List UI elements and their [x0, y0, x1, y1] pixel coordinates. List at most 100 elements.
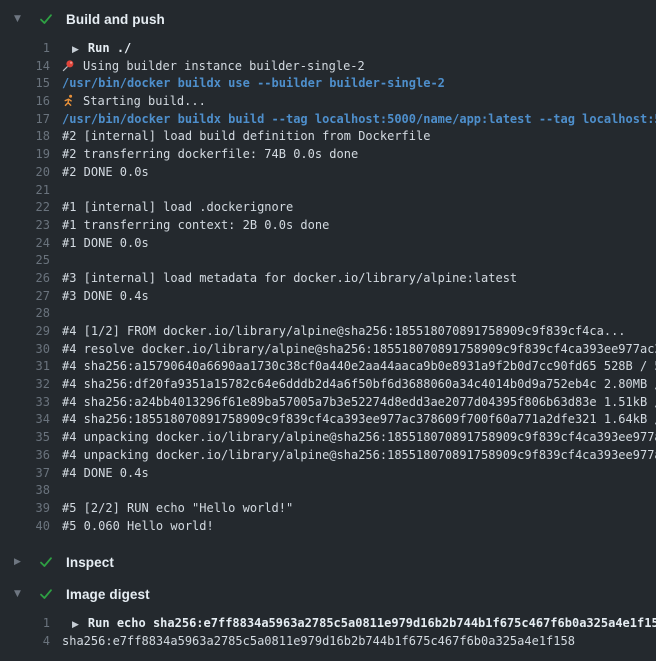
command-text: Run ./	[88, 41, 131, 55]
line-number[interactable]: 24	[0, 235, 50, 253]
log-text: Using builder instance builder-single-2	[62, 58, 656, 76]
line-number[interactable]: 27	[0, 288, 50, 306]
log-line: 18 #2 [internal] load build definition f…	[0, 128, 656, 146]
section-header-build-and-push[interactable]: ▼ Build and push	[0, 4, 656, 34]
log-text	[62, 182, 656, 200]
log-text: #2 [internal] load build definition from…	[62, 128, 656, 146]
log-line: 28	[0, 305, 656, 323]
log-section-image-digest: ▼ Image digest 1 ▶ Run echo sha256:e7ff88…	[0, 579, 656, 660]
line-number[interactable]: 21	[0, 182, 50, 200]
log-line: 31 #4 sha256:a15790640a6690aa1730c38cf0a…	[0, 358, 656, 376]
log-text: #3 DONE 0.4s	[62, 288, 656, 306]
log-line: 15 /usr/bin/docker buildx use --builder …	[0, 75, 656, 93]
section-body: 1 ▶ Run echo sha256:e7ff8834a5963a2785c5a…	[0, 609, 656, 660]
log-text: #2 DONE 0.0s	[62, 164, 656, 182]
expand-arrow-icon[interactable]: ▶	[72, 42, 79, 58]
line-number[interactable]: 14	[0, 58, 50, 76]
line-number[interactable]: 33	[0, 394, 50, 412]
line-number[interactable]: 25	[0, 252, 50, 270]
log-line: 19 #2 transferring dockerfile: 74B 0.0s …	[0, 146, 656, 164]
line-number[interactable]: 29	[0, 323, 50, 341]
log-line: 20 #2 DONE 0.0s	[0, 164, 656, 182]
line-number[interactable]: 39	[0, 500, 50, 518]
section-header-image-digest[interactable]: ▼ Image digest	[0, 579, 656, 609]
log-text: #5 0.060 Hello world!	[62, 518, 656, 536]
line-number[interactable]: 26	[0, 270, 50, 288]
line-number[interactable]: 4	[0, 633, 50, 651]
log-line: 37 #4 DONE 0.4s	[0, 465, 656, 483]
log-line: 38	[0, 482, 656, 500]
log-line: 24 #1 DONE 0.0s	[0, 235, 656, 253]
chevron-down-icon[interactable]: ▼	[14, 579, 38, 609]
log-line: 21	[0, 182, 656, 200]
line-number[interactable]: 37	[0, 465, 50, 483]
log-line: 1 ▶ Run echo sha256:e7ff8834a5963a2785c5a…	[0, 615, 656, 633]
expand-arrow-icon[interactable]: ▶	[72, 617, 79, 633]
log-line: 16 Starting build...	[0, 93, 656, 111]
log-line: 25	[0, 252, 656, 270]
check-icon	[38, 11, 54, 27]
line-number[interactable]: 40	[0, 518, 50, 536]
check-icon	[38, 586, 54, 602]
log-line: 4 sha256:e7ff8834a5963a2785c5a0811e979d1…	[0, 633, 656, 651]
log-line: 33 #4 sha256:a24bb4013296f61e89ba57005a7…	[0, 394, 656, 412]
log-line: 17 /usr/bin/docker buildx build --tag lo…	[0, 111, 656, 129]
section-title: Image digest	[66, 587, 150, 602]
log-text: #3 [internal] load metadata for docker.i…	[62, 270, 656, 288]
log-section-inspect: ▶ Inspect	[0, 547, 656, 577]
line-number[interactable]: 19	[0, 146, 50, 164]
line-number[interactable]: 38	[0, 482, 50, 500]
log-text: #1 [internal] load .dockerignore	[62, 199, 656, 217]
line-number[interactable]: 32	[0, 376, 50, 394]
log-line: 32 #4 sha256:df20fa9351a15782c64e6dddb2d…	[0, 376, 656, 394]
log-text: #2 transferring dockerfile: 74B 0.0s don…	[62, 146, 656, 164]
log-line: 14 Using builder instance builder-single…	[0, 58, 656, 76]
log-section-build-and-push: ▼ Build and push 1 ▶ Run ./ 14 Using buil…	[0, 4, 656, 545]
log-text: #4 [1/2] FROM docker.io/library/alpine@s…	[62, 323, 656, 341]
line-number[interactable]: 22	[0, 199, 50, 217]
log-text: #4 resolve docker.io/library/alpine@sha2…	[62, 341, 656, 359]
log-text: #4 sha256:df20fa9351a15782c64e6dddb2d4a6…	[62, 376, 656, 394]
runner-icon	[62, 94, 75, 107]
check-icon	[38, 554, 54, 570]
chevron-right-icon[interactable]: ▶	[14, 547, 38, 577]
log-line: 40 #5 0.060 Hello world!	[0, 518, 656, 536]
line-number[interactable]: 15	[0, 75, 50, 93]
pushpin-icon	[62, 59, 75, 72]
line-number[interactable]: 34	[0, 411, 50, 429]
line-number[interactable]: 31	[0, 358, 50, 376]
line-number[interactable]: 1	[0, 615, 50, 633]
line-number[interactable]: 36	[0, 447, 50, 465]
log-line: 35 #4 unpacking docker.io/library/alpine…	[0, 429, 656, 447]
section-title: Inspect	[66, 555, 114, 570]
log-text	[62, 482, 656, 500]
line-number[interactable]: 18	[0, 128, 50, 146]
log-text: /usr/bin/docker buildx build --tag local…	[62, 111, 656, 129]
line-number[interactable]: 35	[0, 429, 50, 447]
log-line: 22 #1 [internal] load .dockerignore	[0, 199, 656, 217]
log-text: #4 sha256:a15790640a6690aa1730c38cf0a440…	[62, 358, 656, 376]
log-text: #5 [2/2] RUN echo "Hello world!"	[62, 500, 656, 518]
log-line: 29 #4 [1/2] FROM docker.io/library/alpin…	[0, 323, 656, 341]
line-number[interactable]: 28	[0, 305, 50, 323]
line-number[interactable]: 17	[0, 111, 50, 129]
log-text: #4 unpacking docker.io/library/alpine@sh…	[62, 429, 656, 447]
command-text: Run echo sha256:e7ff8834a5963a2785c5a081…	[88, 616, 656, 630]
line-number[interactable]: 23	[0, 217, 50, 235]
chevron-down-icon[interactable]: ▼	[14, 4, 38, 34]
section-header-inspect[interactable]: ▶ Inspect	[0, 547, 656, 577]
log-text	[62, 252, 656, 270]
log-text: #1 transferring context: 2B 0.0s done	[62, 217, 656, 235]
line-number[interactable]: 1	[0, 40, 50, 58]
log-line: 1 ▶ Run ./	[0, 40, 656, 58]
line-number[interactable]: 30	[0, 341, 50, 359]
log-text: sha256:e7ff8834a5963a2785c5a0811e979d16b…	[62, 633, 656, 651]
line-number[interactable]: 16	[0, 93, 50, 111]
log-text	[62, 305, 656, 323]
log-text: #4 unpacking docker.io/library/alpine@sh…	[62, 447, 656, 465]
log-line: 34 #4 sha256:185518070891758909c9f839cf4…	[0, 411, 656, 429]
actions-log: ▼ Build and push 1 ▶Run ./ 14 Using buil…	[0, 0, 656, 661]
log-line: 39 #5 [2/2] RUN echo "Hello world!"	[0, 500, 656, 518]
log-text: ▶ Run echo sha256:e7ff8834a5963a2785c5a08…	[62, 615, 656, 633]
line-number[interactable]: 20	[0, 164, 50, 182]
